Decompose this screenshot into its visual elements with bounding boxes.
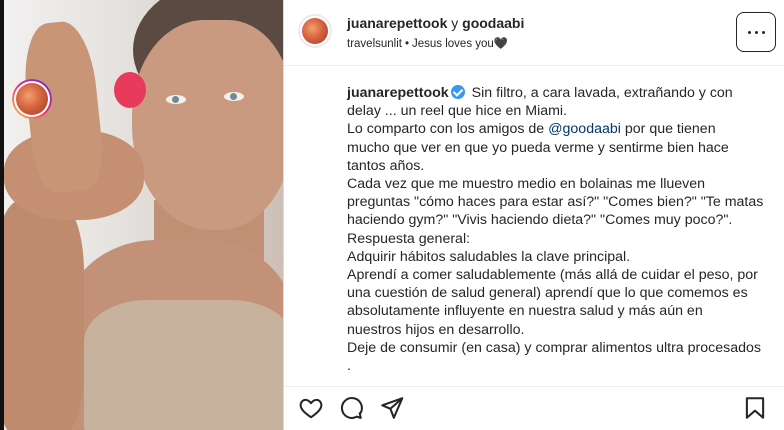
mention-link[interactable]: @goodaabi [548,121,621,137]
media-eye-right [224,92,244,101]
caption-line: preguntas "cómo haces para estar así?" "… [347,194,764,211]
caption-text: Lo comparto con los amigos de [347,121,545,138]
media-eye-left [166,95,186,104]
caption-username-link[interactable]: juanarepettook [347,85,449,101]
caption-line: mucho que ver en que yo pueda verme y se… [347,139,729,156]
audio-separator: • [404,38,409,50]
comment-icon [340,397,363,419]
instagram-post-dialog: juanarepettook y goodaabi travelsunlit • J… [0,0,784,430]
more-options-icon [747,30,751,34]
caption-avatar[interactable] [12,79,52,119]
caption-line: Aprendí a comer saludablemente (más allá… [347,267,758,284]
post-media-video[interactable] [4,0,283,430]
header-avatar[interactable] [298,14,332,48]
header-user1-link[interactable]: juanarepettook [347,15,447,31]
post-actions-bar [284,386,784,430]
share-button[interactable] [379,395,405,421]
bookmark-icon [745,397,765,419]
caption-text: Sin filtro, a cara lavada, extrañando y … [471,85,733,101]
media-face [132,20,283,230]
media-sports-top [84,300,283,430]
caption-line: una cuestión de salud general) aprendí q… [347,285,748,302]
more-options-button[interactable] [736,12,776,52]
caption-line: juanarepettook Sin filtro, a cara lavada… [347,84,767,102]
caption-line: Deje de consumir (en casa) y comprar ali… [347,339,761,356]
caption-line: nuestros hijos en desarrollo. [347,321,525,338]
audio-song-link[interactable]: Jesus loves you🖤 [412,38,508,50]
header-user2-link[interactable]: goodaabi [462,15,524,31]
verified-badge-icon [450,85,465,99]
post-caption: juanarepettook Sin filtro, a cara lavada… [347,84,767,375]
caption-line: Cada vez que me muestro medio en bolaina… [347,176,706,193]
header-audio-info: travelsunlit • Jesus loves you🖤 [347,36,508,50]
caption-line: . [347,358,351,375]
caption-line: Lo comparto con los amigos de @goodaabi … [347,120,767,138]
send-icon [381,397,404,419]
header-connector: y [451,15,459,31]
caption-line: tantos años. [347,157,425,174]
caption-line: haciendo gym?" "Vivis haciendo dieta?" "… [347,212,733,229]
caption-text: por que tienen [624,121,716,138]
media-arm [4,200,84,430]
caption-line: delay ... un reel que hice en Miami. [347,103,568,120]
like-button[interactable] [298,395,324,421]
save-button[interactable] [742,395,768,421]
caption-line: Adquirir hábitos saludables la clave pri… [347,248,631,265]
header-usernames: juanarepettook y goodaabi [347,15,524,31]
post-header: juanarepettook y goodaabi travelsunlit • J… [284,0,784,66]
more-options-dot [761,30,765,34]
comment-button[interactable] [338,395,364,421]
caption-line: Respuesta general: [347,230,471,247]
more-options-dot [754,30,758,34]
audio-artist-link[interactable]: travelsunlit [347,38,402,50]
media-red-ball [114,72,146,108]
caption-line: absolutamente influyente en nuestra salu… [347,303,703,320]
heart-icon [299,398,323,419]
